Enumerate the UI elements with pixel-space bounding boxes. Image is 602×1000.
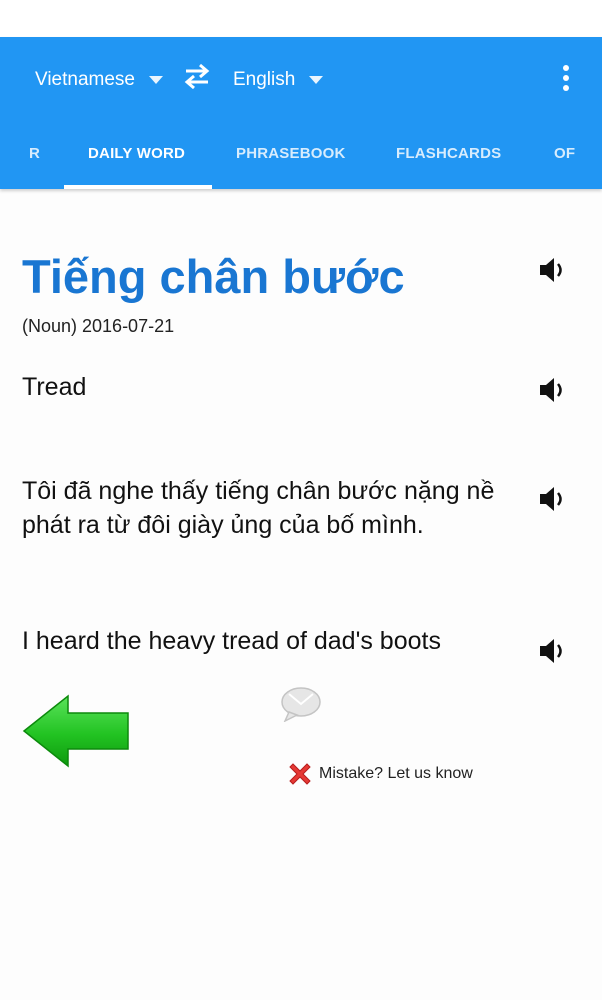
source-language-label: Vietnamese <box>35 69 135 90</box>
dropdown-arrow-icon <box>149 76 163 84</box>
green-back-arrow-icon[interactable] <box>22 693 130 769</box>
tab-flashcards[interactable]: FLASHCARDS <box>396 119 501 189</box>
tab-bar: R DAILY WORD PHRASEBOOK FLASHCARDS OF <box>0 119 602 189</box>
target-language-dropdown[interactable]: English <box>233 65 324 95</box>
status-bar <box>0 0 602 37</box>
speaker-icon[interactable] <box>538 256 566 284</box>
speaker-icon[interactable] <box>538 637 566 665</box>
tab-phrasebook[interactable]: PHRASEBOOK <box>236 119 346 189</box>
comment-bubble-icon[interactable] <box>280 686 322 722</box>
active-tab-indicator <box>64 185 212 189</box>
report-mistake-link[interactable]: Mistake? Let us know <box>285 758 473 790</box>
example-sentence-translation: I heard the heavy tread of dad's boots <box>22 627 441 655</box>
word-translation: Tread <box>22 373 87 401</box>
tab-partial-left[interactable]: R <box>29 119 40 189</box>
language-selector-row: Vietnamese English <box>0 37 602 119</box>
example-sentence: Tôi đã nghe thấy tiếng chân bước nặng nề… <box>22 477 495 539</box>
red-x-icon <box>289 763 311 785</box>
more-vertical-icon[interactable] <box>556 63 576 93</box>
target-language-label: English <box>233 69 296 90</box>
word-type-date: (Noun) 2016-07-21 <box>22 316 175 336</box>
source-language-dropdown[interactable]: Vietnamese <box>35 65 163 95</box>
dropdown-arrow-icon <box>309 76 324 84</box>
tab-daily-word[interactable]: DAILY WORD <box>88 119 185 189</box>
daily-word-title: Tiếng chân bước <box>22 250 405 303</box>
tab-partial-right[interactable]: OF <box>554 119 575 189</box>
swap-arrows-icon[interactable] <box>182 63 212 89</box>
speaker-icon[interactable] <box>538 376 566 404</box>
app-screen: Vietnamese English R DAILY WORD PHRASEBO… <box>0 0 602 1000</box>
app-bar: Vietnamese English R DAILY WORD PHRASEBO… <box>0 37 602 189</box>
speaker-icon[interactable] <box>538 485 566 513</box>
report-mistake-label: Mistake? Let us know <box>319 765 473 782</box>
